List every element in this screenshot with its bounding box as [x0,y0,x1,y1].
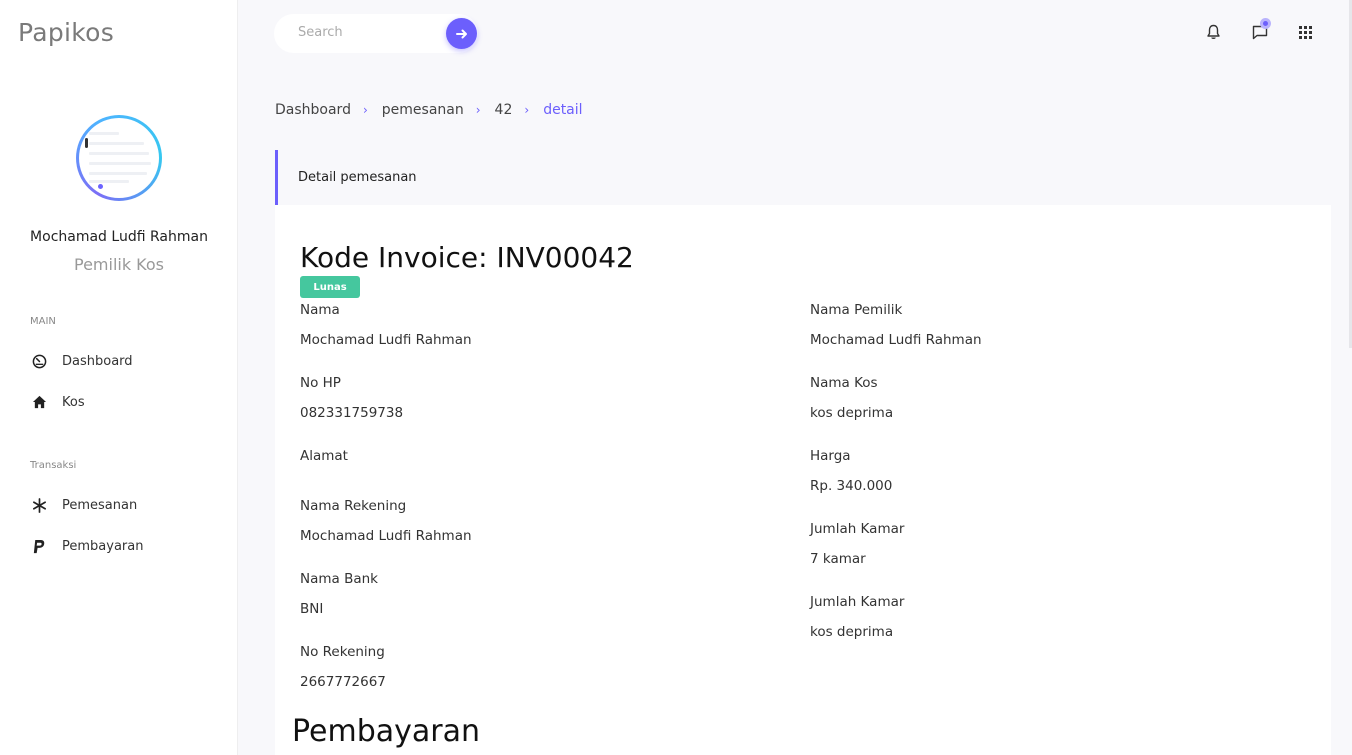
nav-section-main: MAIN [30,316,56,327]
field-label-jumlah-kamar-2: Jumlah Kamar [810,594,905,610]
chat-message-icon[interactable] [1250,18,1271,42]
payment-section-title: Pembayaran [292,714,480,749]
field-value-no-rekening: 2667772667 [300,674,386,690]
status-badge: Lunas [300,276,360,298]
arrow-right-icon [455,29,467,38]
search-input[interactable] [298,25,428,40]
search-submit-button[interactable] [446,18,477,49]
field-value-nama-pemilik: Mochamad Ludfi Rahman [810,332,982,348]
field-label-nama-rekening: Nama Rekening [300,498,407,514]
invoice-title: Kode Invoice: INV00042 [300,241,634,274]
card-title: Detail pemesanan [298,170,417,185]
home-icon [30,393,48,411]
user-role: Pemilik Kos [73,255,164,274]
breadcrumb-pemesanan[interactable]: pemesanan [382,102,464,118]
field-value-nama-bank: BNI [300,601,324,617]
field-label-no-rekening: No Rekening [300,644,385,660]
asterisk-icon [30,496,48,514]
field-label-nama-bank: Nama Bank [300,571,378,587]
field-value-nama-rekening: Mochamad Ludfi Rahman [300,528,472,544]
nav-section-transaksi: Transaksi [30,460,77,471]
field-value-nama-kos: kos deprima [810,405,894,421]
sidebar-item-label: Pembayaran [62,538,144,554]
breadcrumb-dashboard[interactable]: Dashboard [275,102,351,118]
field-label-jumlah-kamar: Jumlah Kamar [810,521,905,537]
sidebar-item-kos[interactable]: Kos [30,390,85,414]
avatar[interactable] [76,115,162,201]
sidebar-item-label: Kos [62,394,85,410]
card-body [275,205,1331,755]
field-label-alamat: Alamat [300,448,348,464]
sidebar-item-dashboard[interactable]: Dashboard [30,349,133,373]
breadcrumb: Dashboard › pemesanan › 42 › detail [275,102,583,118]
sidebar-item-pemesanan[interactable]: Pemesanan [30,493,137,517]
field-value-jumlah-kamar: 7 kamar [810,551,866,567]
chevron-right-icon: › [362,103,368,117]
dashboard-gauge-icon [30,352,48,370]
field-value-harga: Rp. 340.000 [810,478,893,494]
user-name: Mochamad Ludfi Rahman [30,229,208,245]
field-label-nama: Nama [300,302,340,318]
field-label-harga: Harga [810,448,851,464]
breadcrumb-current: detail [543,102,583,118]
apps-grid-icon[interactable] [1295,22,1315,42]
field-value-no-hp: 082331759738 [300,405,404,421]
field-value-nama: Mochamad Ludfi Rahman [300,332,472,348]
sidebar: Papikos Mochamad Ludfi Rahman Pemilik Ko… [0,0,238,755]
brand-logo[interactable]: Papikos [18,18,114,47]
notification-bell-icon[interactable] [1203,22,1223,42]
breadcrumb-id[interactable]: 42 [495,102,513,118]
card-header: Detail pemesanan [275,150,1331,205]
chevron-right-icon: › [524,103,530,117]
paypal-icon [30,537,48,555]
field-label-nama-pemilik: Nama Pemilik [810,302,903,318]
field-label-no-hp: No HP [300,375,341,391]
field-value-jumlah-kamar-2: kos deprima [810,624,894,640]
sidebar-item-pembayaran[interactable]: Pembayaran [30,534,143,558]
sidebar-item-label: Pemesanan [62,497,138,513]
search-bar [274,14,478,53]
sidebar-item-label: Dashboard [62,353,133,369]
field-label-nama-kos: Nama Kos [810,375,878,391]
avatar-image [79,118,159,198]
chevron-right-icon: › [475,103,481,117]
notification-badge [1260,18,1271,29]
